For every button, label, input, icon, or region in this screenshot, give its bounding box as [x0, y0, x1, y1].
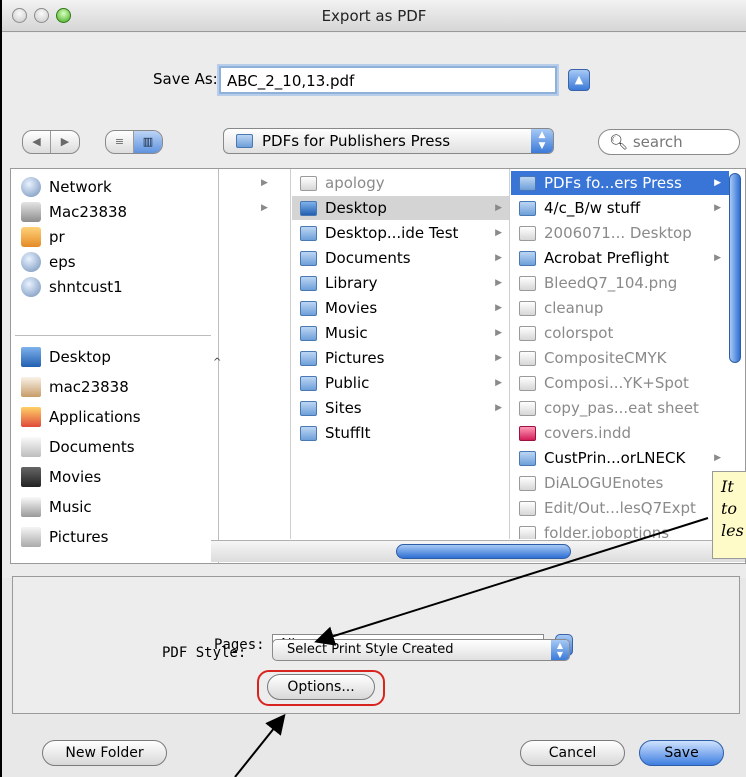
annotation-arrow-to-pages: [314, 517, 709, 646]
export-pdf-dialog: Export as PDF Save As: ABC_2_10,13.pdf ▲…: [0, 0, 746, 777]
annotation-arrows: [234, 517, 709, 777]
annotation-arrow-to-options: [234, 713, 286, 777]
